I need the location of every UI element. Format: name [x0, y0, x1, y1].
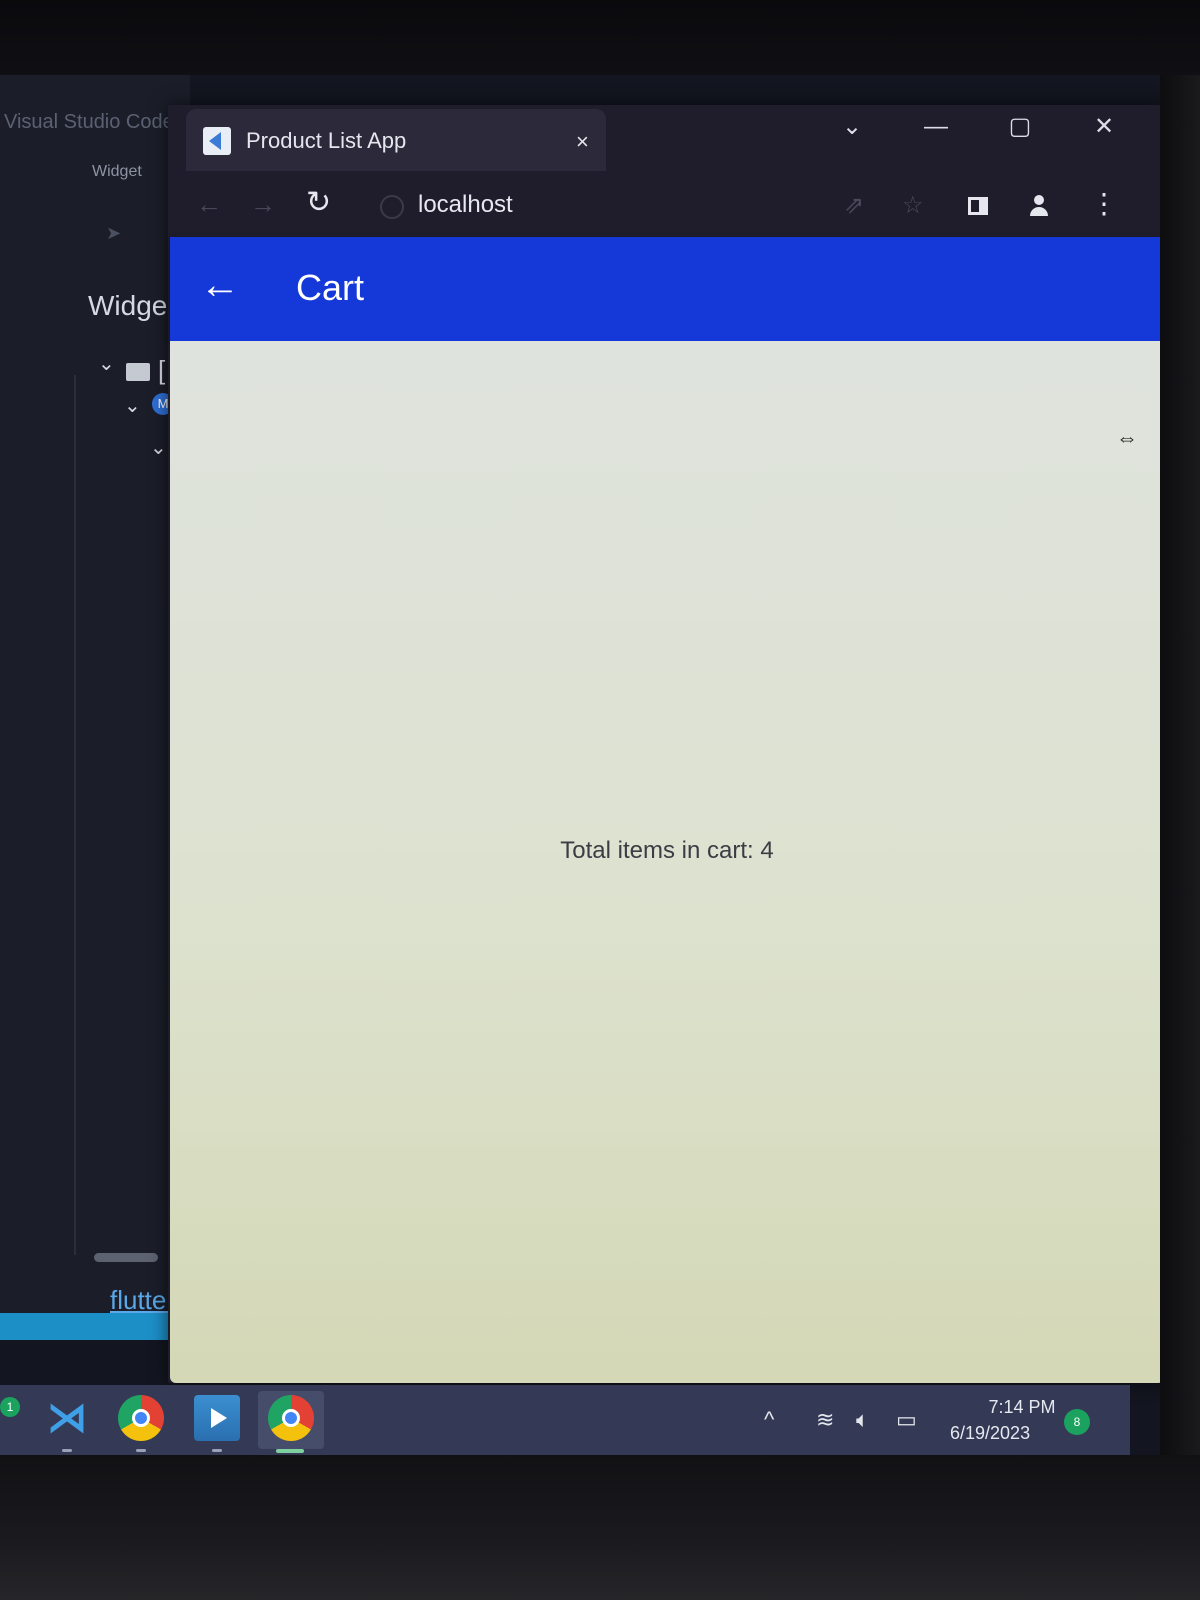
profile-icon[interactable]	[1028, 195, 1050, 217]
back-arrow-icon[interactable]: ←	[200, 263, 240, 308]
flutter-icon	[203, 127, 231, 155]
volume-icon[interactable]: 🔈︎	[856, 1407, 869, 1433]
vscode-window: Visual Studio Code Widget ➤ Widge ⌄ [ ⌄ …	[0, 75, 190, 1340]
page-title: Cart	[296, 267, 365, 308]
address-bar[interactable]: localhost	[418, 191, 513, 219]
cart-total-text: Total items in cart: 4	[560, 837, 774, 864]
browser-toolbar: ← → ↻ localhost ⇗ ☆ ⋮	[168, 175, 1166, 237]
tab-title: Product List App	[246, 128, 407, 153]
monitor-bezel-bottom	[0, 1455, 1200, 1600]
clock-time[interactable]: 7:14 PM	[962, 1397, 1082, 1418]
monitor-bezel-top	[0, 0, 1200, 80]
chevron-down-icon[interactable]: ⌄	[98, 351, 115, 376]
battery-icon[interactable]: ▭	[896, 1407, 917, 1433]
share-icon[interactable]: ⇗	[844, 191, 864, 220]
browser-tab-bar: Product List App × ⌄ — ▢ ✕	[168, 105, 1166, 175]
browser-window: Product List App × ⌄ — ▢ ✕ ← → ↻ localho…	[168, 105, 1166, 1383]
minimize-icon[interactable]: —	[916, 107, 956, 147]
vscode-link-flutter[interactable]: flutter	[110, 1285, 175, 1316]
window-close-icon[interactable]: ✕	[1084, 107, 1124, 147]
vscode-panel-heading: Widge	[88, 290, 168, 321]
tray-chevron-icon[interactable]: ^	[764, 1407, 774, 1433]
reload-icon[interactable]: ↻	[306, 185, 331, 220]
pointer-icon: ➤	[106, 223, 122, 243]
taskbar-indicator	[212, 1449, 222, 1452]
taskbar-app-icon[interactable]: 1	[0, 1395, 24, 1441]
notification-badge[interactable]: 8	[1064, 1409, 1090, 1435]
chevron-down-icon[interactable]: ⌄	[124, 393, 141, 418]
vscode-tab-widget[interactable]: Widget	[92, 163, 142, 181]
taskbar-indicator	[62, 1449, 72, 1452]
media-player-icon[interactable]	[194, 1395, 240, 1441]
app-bar: ← Cart	[170, 237, 1164, 341]
taskbar-indicator	[136, 1449, 146, 1452]
vscode-title: Visual Studio Code	[4, 111, 174, 133]
forward-icon[interactable]: →	[250, 189, 276, 220]
clock-date[interactable]: 6/19/2023	[950, 1423, 1030, 1444]
taskbar-badge: 1	[0, 1397, 20, 1417]
vscode-status-bar	[0, 1313, 190, 1340]
chrome-icon[interactable]	[268, 1395, 314, 1441]
wifi-icon[interactable]: ≋	[816, 1407, 834, 1433]
maximize-icon[interactable]: ▢	[1000, 107, 1040, 147]
tree-item-label: [	[158, 355, 166, 385]
back-icon[interactable]: ←	[196, 189, 222, 220]
scrollbar[interactable]	[94, 1253, 158, 1262]
bookmark-star-icon[interactable]: ☆	[902, 191, 924, 220]
site-info-icon[interactable]	[380, 195, 404, 219]
vscode-divider	[74, 375, 76, 1255]
resize-cursor-icon: ⇔	[1116, 425, 1138, 450]
chevron-down-icon[interactable]: ⌄	[150, 435, 167, 460]
close-icon[interactable]: ×	[576, 129, 589, 155]
vscode-icon[interactable]: ⋊	[44, 1395, 90, 1441]
menu-icon[interactable]: ⋮	[1090, 187, 1118, 220]
side-panel-icon[interactable]	[968, 197, 988, 215]
app-body: ⇔ Total items in cart: 4	[170, 341, 1164, 1383]
monitor-bezel-right	[1160, 75, 1200, 1475]
folder-icon	[126, 363, 150, 381]
chrome-icon[interactable]	[118, 1395, 164, 1441]
taskbar-active-indicator	[276, 1449, 304, 1453]
chevron-down-icon[interactable]: ⌄	[832, 107, 872, 147]
browser-tab[interactable]: Product List App ×	[186, 109, 606, 171]
taskbar: 1 ⋊ ^ ≋ 🔈︎ ▭ 7:14 PM 6/19/2023 8	[0, 1385, 1130, 1455]
